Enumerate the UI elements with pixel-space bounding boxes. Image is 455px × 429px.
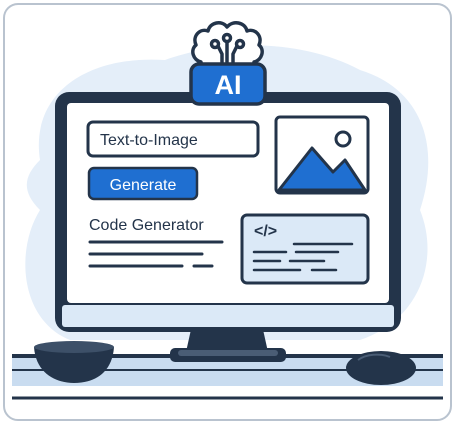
text-to-image-label: Text-to-Image bbox=[100, 132, 198, 149]
illustration: AI Text-to-Image Generate Code Generator… bbox=[0, 0, 455, 424]
code-tag: </> bbox=[254, 223, 277, 240]
mouse-icon bbox=[346, 351, 416, 385]
code-generator-label: Code Generator bbox=[89, 217, 204, 234]
monitor-chin bbox=[62, 305, 394, 327]
monitor-base-highlight bbox=[178, 350, 278, 356]
ai-computer-illustration: AI Text-to-Image Generate Code Generator… bbox=[3, 3, 452, 421]
image-icon bbox=[274, 115, 370, 195]
brain-icon bbox=[191, 21, 264, 71]
generate-button-label: Generate bbox=[110, 177, 177, 194]
ai-badge-label: AI bbox=[215, 70, 242, 100]
